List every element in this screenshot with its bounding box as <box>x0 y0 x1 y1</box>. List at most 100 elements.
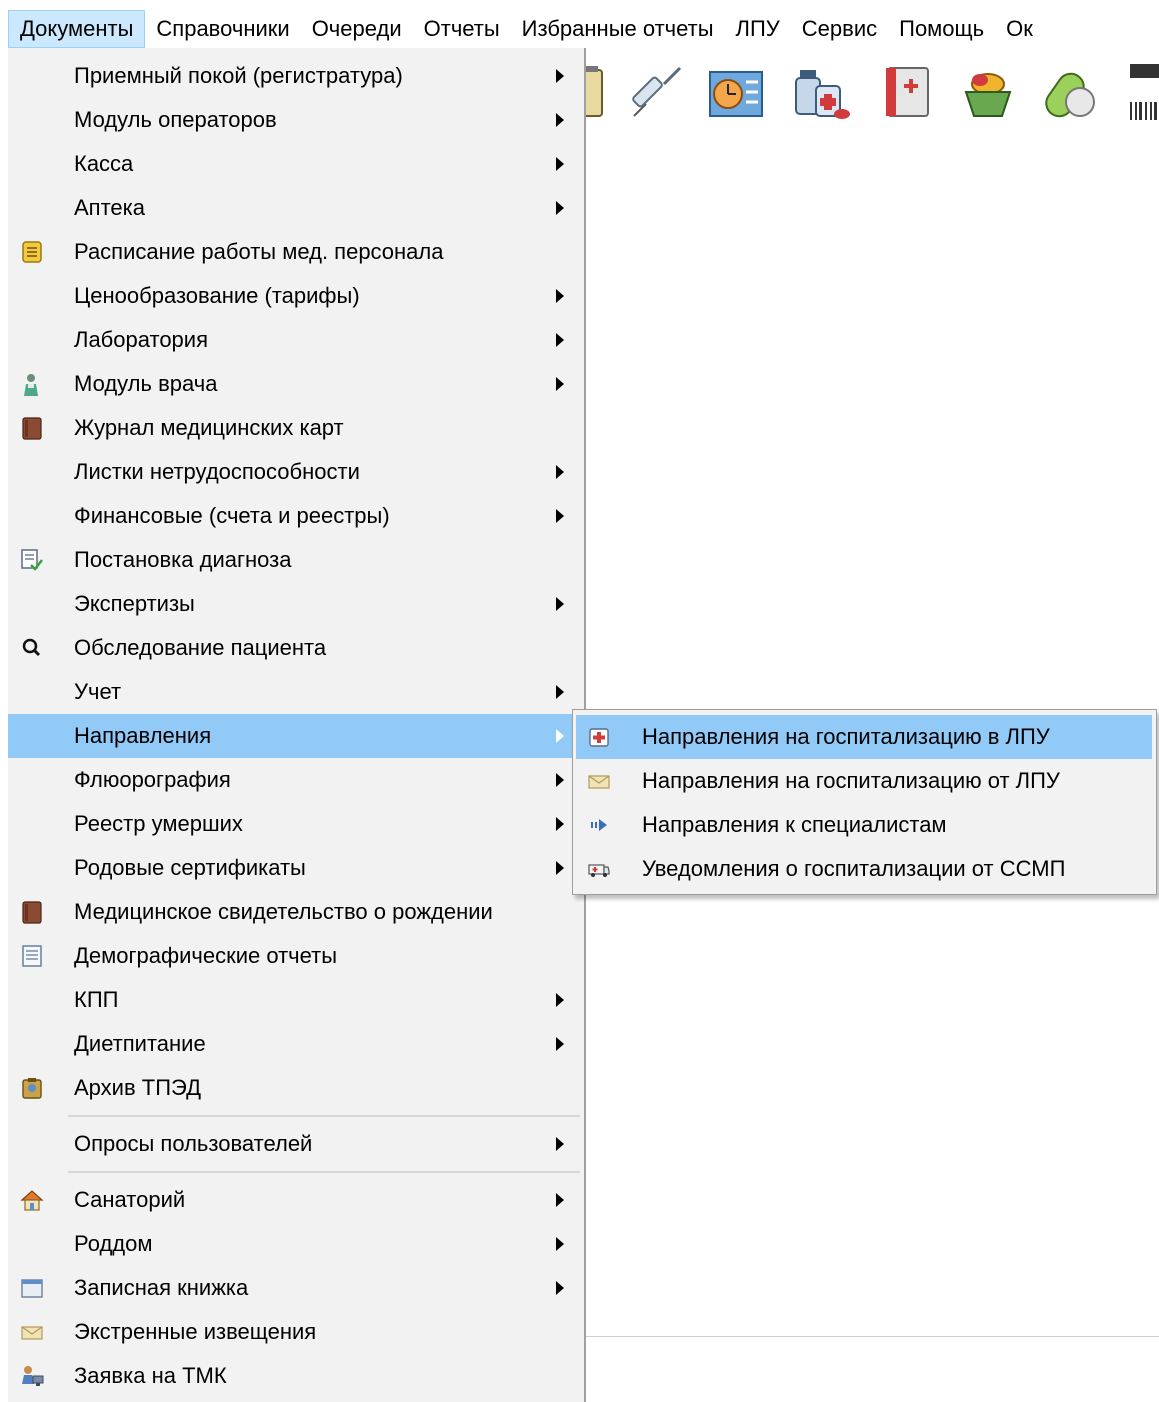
medical-book-icon[interactable] <box>880 62 940 122</box>
submenu-arrow-icon <box>556 201 564 215</box>
menu-item-medical-records-journal[interactable]: Журнал медицинских карт <box>8 406 582 450</box>
schedule-icon[interactable] <box>706 62 766 122</box>
menu-item-doctor-module[interactable]: Модуль врача <box>8 362 582 406</box>
menu-item-expertise[interactable]: Экспертизы <box>8 582 582 626</box>
menu-item-demographic-reports[interactable]: Демографические отчеты <box>8 934 582 978</box>
menu-item-tped-archive[interactable]: Архив ТПЭД <box>8 1066 582 1110</box>
submenu-item-specialists[interactable]: Направления к специалистам <box>576 803 1152 847</box>
referrals-submenu: Направления на госпитализацию в ЛПУ Напр… <box>572 709 1157 895</box>
submenu-arrow-icon <box>556 861 564 875</box>
menu-item-diagnosis[interactable]: Постановка диагноза <box>8 538 582 582</box>
menu-item-referrals[interactable]: Направления <box>8 714 582 758</box>
menu-item-reception[interactable]: Приемный покой (регистратура) <box>8 54 582 98</box>
menu-item-deceased-registry[interactable]: Реестр умерших <box>8 802 582 846</box>
submenu-arrow-icon <box>556 509 564 523</box>
syringe-icon[interactable] <box>626 62 686 122</box>
menu-item-maternity[interactable]: Роддом <box>8 1222 582 1266</box>
menu-item-operators[interactable]: Модуль операторов <box>8 98 582 142</box>
menu-item-label: Листки нетрудоспособности <box>74 459 360 484</box>
menu-item-label: Реестр умерших <box>74 811 243 836</box>
menu-item-label: Приемный покой (регистратура) <box>74 63 403 88</box>
submenu-arrow-icon <box>556 1193 564 1207</box>
submenu-item-ssmp-notifications[interactable]: Уведомления о госпитализации от ССМП <box>576 847 1152 891</box>
submenu-arrow-icon <box>556 817 564 831</box>
menu-item-sanatorium[interactable]: Санаторий <box>8 1178 582 1222</box>
arrow-right-icon <box>591 819 607 831</box>
medicine-bottles-icon[interactable] <box>792 62 852 122</box>
menu-item-label: Журнал медицинских карт <box>74 415 344 440</box>
submenu-arrow-icon <box>556 685 564 699</box>
menu-item-birth-certificates[interactable]: Родовые сертификаты <box>8 846 582 890</box>
menu-item-label: Обследование пациента <box>74 635 327 660</box>
ambulance-icon <box>588 864 610 877</box>
submenu-item-hospitalization-from-lpu[interactable]: Направления на госпитализацию от ЛПУ <box>576 759 1152 803</box>
menu-favorite-reports[interactable]: Избранные отчеты <box>511 10 725 48</box>
search-icon <box>22 638 41 657</box>
menu-item-patient-examination[interactable]: Обследование пациента <box>8 626 582 670</box>
menu-item-accounting[interactable]: Учет <box>8 670 582 714</box>
menu-item-label: Касса <box>74 151 134 176</box>
submenu-arrow-icon <box>556 1037 564 1051</box>
menu-reports[interactable]: Отчеты <box>413 10 511 48</box>
submenu-arrow-icon <box>556 157 564 171</box>
doctor-icon <box>24 374 38 396</box>
menu-item-checkpoint[interactable]: КПП <box>8 978 582 1022</box>
submenu-item-label: Направления к специалистам <box>642 812 947 837</box>
menu-documents[interactable]: Документы <box>8 10 146 48</box>
menu-item-user-surveys[interactable]: Опросы пользователей <box>8 1122 582 1166</box>
envelope-icon <box>21 1326 43 1340</box>
menu-item-label: Учет <box>74 679 122 704</box>
submenu-arrow-icon <box>556 1281 564 1295</box>
menu-item-label: Демографические отчеты <box>74 943 338 968</box>
menu-item-tmc-request[interactable]: Заявка на ТМК <box>8 1354 582 1398</box>
menu-item-medical-birth-certificate[interactable]: Медицинское свидетельство о рождении <box>8 890 582 934</box>
menu-item-dietary[interactable]: Диетпитание <box>8 1022 582 1066</box>
submenu-item-label: Направления на госпитализацию от ЛПУ <box>642 768 1060 793</box>
house-icon <box>20 1190 44 1211</box>
menu-item-label: Ценообразование (тарифы) <box>74 283 360 308</box>
submenu-arrow-icon <box>556 377 564 391</box>
telemedicine-icon <box>22 1366 44 1386</box>
menu-item-label: Экстренные извещения <box>74 1319 317 1344</box>
menu-item-label: Опросы пользователей <box>74 1131 313 1156</box>
submenu-item-label: Уведомления о госпитализации от ССМП <box>642 856 1066 881</box>
divider <box>586 1336 1159 1337</box>
menu-item-label: Аптека <box>74 195 145 220</box>
menu-item-label: Родовые сертификаты <box>74 855 306 880</box>
menu-item-label: Лаборатория <box>74 327 208 352</box>
menu-item-staff-schedule[interactable]: Расписание работы мед. персонала <box>8 230 582 274</box>
submenu-arrow-icon <box>556 773 564 787</box>
menu-item-financial[interactable]: Финансовые (счета и реестры) <box>8 494 582 538</box>
menu-item-laboratory[interactable]: Лаборатория <box>8 318 582 362</box>
menu-item-fluorography[interactable]: Флюорография <box>8 758 582 802</box>
menu-service[interactable]: Сервис <box>791 10 888 48</box>
menu-item-label: Архив ТПЭД <box>74 1075 201 1100</box>
menu-windows[interactable]: Ок <box>995 10 1044 48</box>
capsule-icon[interactable] <box>1040 62 1100 122</box>
menu-item-cashier[interactable]: Касса <box>8 142 582 186</box>
menu-item-pricing[interactable]: Ценообразование (тарифы) <box>8 274 582 318</box>
menu-item-emergency-notices[interactable]: Экстренные извещения <box>8 1310 582 1354</box>
menu-item-label: КПП <box>74 987 119 1012</box>
menu-item-label: Финансовые (счета и реестры) <box>74 503 390 528</box>
menu-queues[interactable]: Очереди <box>301 10 413 48</box>
menu-lpu[interactable]: ЛПУ <box>725 10 791 48</box>
menu-item-sick-leave[interactable]: Листки нетрудоспособности <box>8 450 582 494</box>
barcode-scanner-icon[interactable] <box>1124 62 1159 122</box>
submenu-arrow-icon <box>556 289 564 303</box>
menu-item-label: Санаторий <box>74 1187 186 1212</box>
hospital-referral-icon <box>589 728 609 747</box>
menu-item-label: Модуль операторов <box>74 107 277 132</box>
menu-item-label: Флюорография <box>74 767 231 792</box>
submenu-arrow-icon <box>556 1237 564 1251</box>
menu-item-pharmacy[interactable]: Аптека <box>8 186 582 230</box>
submenu-arrow-icon <box>556 993 564 1007</box>
submenu-arrow-icon <box>556 729 564 743</box>
notebook-icon <box>21 1279 43 1298</box>
menu-help[interactable]: Помощь <box>888 10 995 48</box>
submenu-item-hospitalization-to-lpu[interactable]: Направления на госпитализацию в ЛПУ <box>576 715 1152 759</box>
diagnosis-icon <box>21 549 43 571</box>
pills-basket-icon[interactable] <box>958 62 1018 122</box>
menu-directories[interactable]: Справочники <box>145 10 300 48</box>
menu-item-notebook[interactable]: Записная книжка <box>8 1266 582 1310</box>
